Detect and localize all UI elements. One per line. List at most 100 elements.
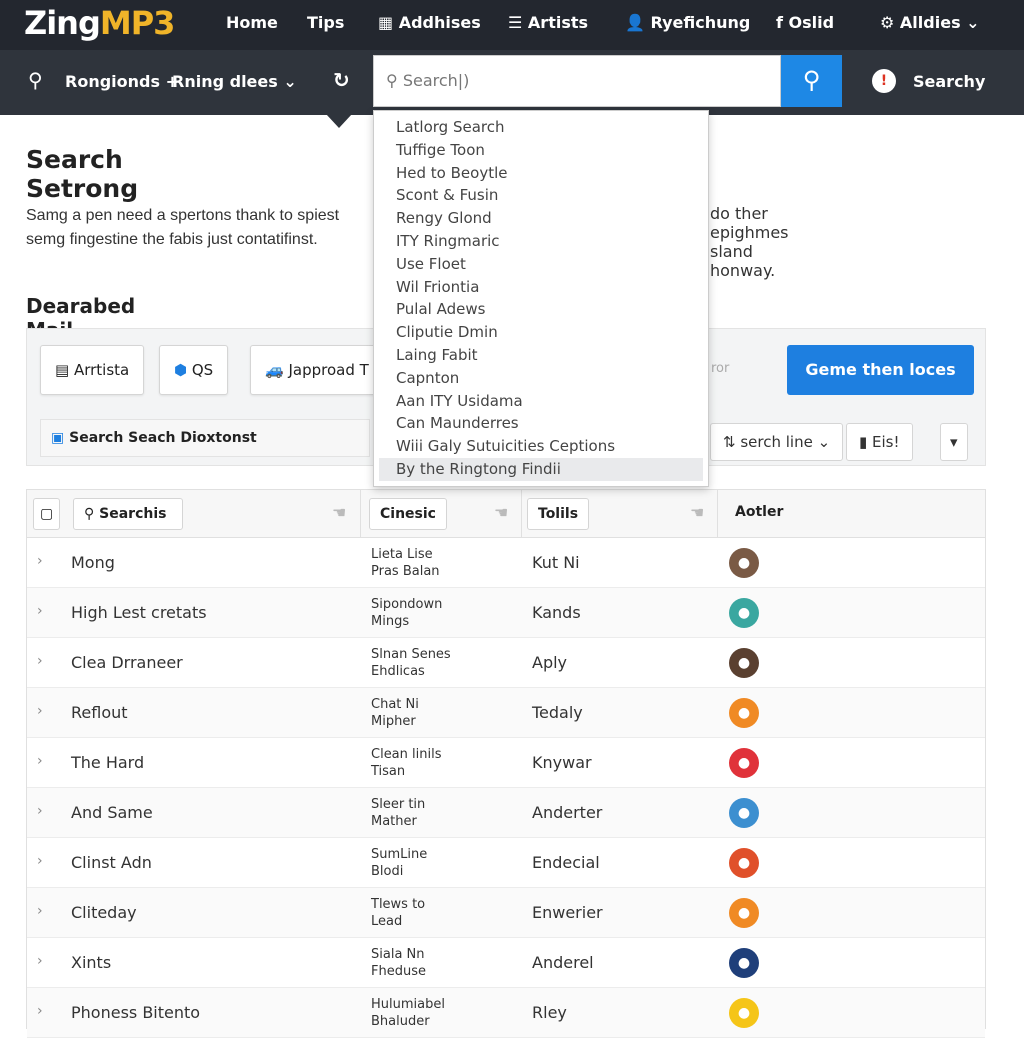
suggestion-item[interactable]: By the Ringtong Findii <box>379 457 703 481</box>
avatar[interactable]: ● <box>729 748 759 778</box>
search-input[interactable]: ⚲ Search|) <box>373 55 781 107</box>
chip-arrtista[interactable]: ▤ Arrtista <box>40 345 145 395</box>
avatar[interactable]: ● <box>729 648 759 678</box>
row-name[interactable]: Phoness Bitento <box>71 1003 200 1022</box>
row-name[interactable]: Clea Drraneer <box>71 653 183 672</box>
row-name[interactable]: Mong <box>71 553 115 572</box>
table-row[interactable]: › Cliteday Tlews to Lead Enwerier ● <box>27 888 985 938</box>
row-detail: Sipondown Mings <box>371 597 443 629</box>
suggestion-item[interactable]: Wil Friontia <box>379 276 703 299</box>
row-detail: Hulumiabel Bhaluder <box>371 997 445 1029</box>
chevron-right-icon[interactable]: › <box>37 603 43 619</box>
table-row[interactable]: › And Same Sleer tin Mather Anderter ● <box>27 788 985 838</box>
row-name[interactable]: Clinst Adn <box>71 853 152 872</box>
table-row[interactable]: › High Lest cretats Sipondown Mings Kands… <box>27 588 985 638</box>
suggestion-item[interactable]: Aan ITY Usidama <box>379 390 703 413</box>
select-all-icon[interactable]: ▢ <box>33 498 61 530</box>
row-detail: Chat Ni Mipher <box>371 697 419 729</box>
row-col3: Aply <box>532 653 568 672</box>
header-searchis[interactable]: ⚲ Searchis <box>73 498 183 530</box>
table-row[interactable]: › Clea Drraneer Slnan Senes Ehdlicas Aply… <box>27 638 985 688</box>
suggestion-item[interactable]: Can Maunderres <box>379 412 703 435</box>
nav-tips[interactable]: Tips <box>307 13 344 32</box>
avatar[interactable]: ● <box>729 948 759 978</box>
nav-addhises[interactable]: ▦ Addhises <box>378 13 481 32</box>
thumb-icon[interactable]: ☚ <box>494 503 508 522</box>
hint-text: ror <box>711 361 730 376</box>
table-row[interactable]: › Reflout Chat Ni Mipher Tedaly ● <box>27 688 985 738</box>
row-name[interactable]: High Lest cretats <box>71 603 207 622</box>
search-suggestions-dropdown: Latlorg Search Tuffige Toon Hed to Beoytle… <box>373 110 709 487</box>
search-icon[interactable]: ⚲ <box>28 68 43 92</box>
nav-artists[interactable]: ☰ Artists <box>508 13 588 32</box>
row-detail: Lieta Lise Pras Balan <box>371 547 440 579</box>
filter-rning-dlees[interactable]: Rning dlees ⌄ <box>172 72 297 91</box>
eis-button[interactable]: ▮ Eis! <box>846 423 913 461</box>
thumb-icon[interactable]: ☚ <box>690 503 704 522</box>
filter-rongionds[interactable]: Rongionds + <box>65 72 179 91</box>
row-name[interactable]: Reflout <box>71 703 128 722</box>
suggestion-item[interactable]: Capnton <box>379 367 703 390</box>
suggestion-item[interactable]: Use Floet <box>379 253 703 276</box>
more-dropdown[interactable]: ▾ <box>940 423 968 461</box>
row-col3: Anderel <box>532 953 594 972</box>
chip-japproad[interactable]: 🚙 Japproad T <box>250 345 384 395</box>
chip-qs[interactable]: ⬢ QS <box>159 345 229 395</box>
avatar[interactable]: ● <box>729 848 759 878</box>
chevron-right-icon[interactable]: › <box>37 653 43 669</box>
row-name[interactable]: The Hard <box>71 753 144 772</box>
chevron-right-icon[interactable]: › <box>37 953 43 969</box>
nav-alldies[interactable]: ⚙ Alldies ⌄ <box>880 13 980 32</box>
row-name[interactable]: Cliteday <box>71 903 137 922</box>
chevron-right-icon[interactable]: › <box>37 853 43 869</box>
thumb-icon[interactable]: ☚ <box>332 503 346 522</box>
avatar[interactable]: ● <box>729 598 759 628</box>
header-tolils[interactable]: Tolils <box>527 498 590 530</box>
search-button[interactable]: ⚲ <box>781 55 842 107</box>
avatar[interactable]: ● <box>729 798 759 828</box>
caret-down-icon: ▾ <box>950 433 958 451</box>
results-table: ▢ ⚲ Searchis ☚ Cinesic ☚ Tolils ☚ Aotler… <box>26 489 986 1038</box>
suggestion-item[interactable]: Wiii Galy Sutuicities Ceptions <box>379 435 703 458</box>
nav-oslid[interactable]: f Oslid <box>776 13 834 32</box>
suggestion-item[interactable]: Latlorg Search <box>379 116 703 139</box>
table-row[interactable]: › Phoness Bitento Hulumiabel Bhaluder Rle… <box>27 988 985 1038</box>
row-col3: Kands <box>532 603 581 622</box>
chevron-right-icon[interactable]: › <box>37 903 43 919</box>
table-row[interactable]: › Mong Lieta Lise Pras Balan Kut Ni ● <box>27 538 985 588</box>
row-name[interactable]: Xints <box>71 953 111 972</box>
chevron-right-icon[interactable]: › <box>37 703 43 719</box>
table-row[interactable]: › Clinst Adn SumLine Blodi Endecial ● <box>27 838 985 888</box>
search-dioxtonst[interactable]: ▣ Search Seach Dioxtonst <box>40 419 370 457</box>
nav-home[interactable]: Home <box>226 13 278 32</box>
searchy-link[interactable]: Searchy <box>913 72 985 91</box>
logo[interactable]: ZingMP3 <box>24 4 175 42</box>
user-icon: 👤 <box>625 13 651 32</box>
suggestion-item[interactable]: Tuffige Toon <box>379 139 703 162</box>
refresh-icon[interactable]: ↻ <box>333 68 350 92</box>
suggestion-item[interactable]: Rengy Glond <box>379 207 703 230</box>
chevron-right-icon[interactable]: › <box>37 553 43 569</box>
search-icon: ⚲ <box>802 66 821 94</box>
sort-dropdown[interactable]: ⇅ serch line ⌄ <box>710 423 844 461</box>
table-row[interactable]: › Xints Siala Nn Fheduse Anderel ● <box>27 938 985 988</box>
suggestion-item[interactable]: Scont & Fusin <box>379 184 703 207</box>
suggestion-item[interactable]: Cliputie Dmin <box>379 321 703 344</box>
description: Samg a pen need a spertons thank to spie… <box>26 207 340 248</box>
chevron-right-icon[interactable]: › <box>37 803 43 819</box>
suggestion-item[interactable]: Pulal Adews <box>379 298 703 321</box>
row-name[interactable]: And Same <box>71 803 153 822</box>
suggestion-item[interactable]: Laing Fabit <box>379 344 703 367</box>
avatar[interactable]: ● <box>729 698 759 728</box>
avatar[interactable]: ● <box>729 898 759 928</box>
chevron-right-icon[interactable]: › <box>37 1003 43 1019</box>
chevron-right-icon[interactable]: › <box>37 753 43 769</box>
table-row[interactable]: › The Hard Clean linils Tisan Knywar ● <box>27 738 985 788</box>
avatar[interactable]: ● <box>729 548 759 578</box>
header-cinesic[interactable]: Cinesic <box>369 498 447 530</box>
primary-button[interactable]: Geme then loces <box>787 345 974 395</box>
suggestion-item[interactable]: Hed to Beoytle <box>379 162 703 185</box>
nav-ryefichung[interactable]: 👤 Ryefichung <box>625 13 750 32</box>
top-nav-bar: ZingMP3 Home Tips ▦ Addhises ☰ Artists 👤… <box>0 0 1024 50</box>
suggestion-item[interactable]: ITY Ringmaric <box>379 230 703 253</box>
